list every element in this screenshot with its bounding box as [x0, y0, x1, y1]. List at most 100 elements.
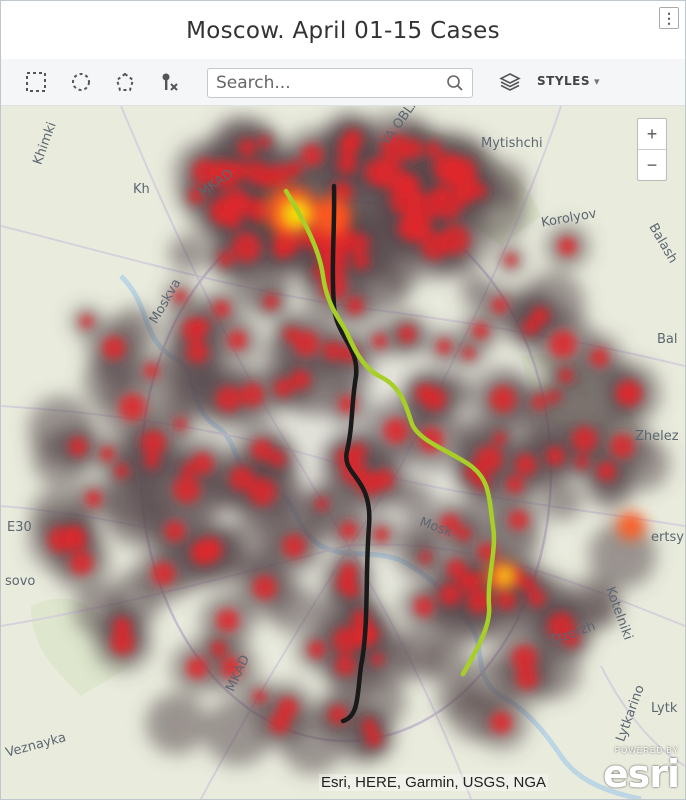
place-label: Zhelez: [635, 429, 679, 444]
heat-core: [475, 445, 503, 474]
heat-core: [229, 465, 255, 492]
heat-core: [250, 438, 274, 462]
zoom-control: + −: [637, 118, 667, 181]
heat-core: [522, 318, 539, 336]
heat-hotspot: [311, 196, 351, 236]
heat-core: [413, 596, 435, 617]
heat-core: [186, 656, 209, 679]
heat-core: [216, 608, 240, 633]
heat-halo: [436, 676, 479, 719]
heat-core: [300, 143, 324, 167]
select-circle-icon[interactable]: [68, 69, 94, 95]
heat-core: [609, 433, 635, 459]
heat-core: [438, 583, 462, 607]
heat-core: [265, 163, 291, 189]
heat-core: [508, 509, 529, 531]
heatmap-map[interactable]: + − Khimki Kh MKAD YA OBLA Mytishchi Kor…: [1, 106, 685, 799]
heat-core: [407, 191, 440, 224]
heat-core: [322, 340, 343, 361]
heat-core: [383, 417, 410, 444]
heat-core: [173, 417, 187, 431]
heat-core: [99, 446, 115, 462]
heat-core: [252, 575, 278, 600]
heat-core: [335, 573, 357, 594]
heat-core: [370, 652, 385, 666]
heat-core: [69, 550, 94, 576]
toolbar: STYLES▾: [1, 59, 685, 106]
search-input[interactable]: [208, 69, 446, 97]
heat-core: [489, 385, 517, 413]
heat-core: [240, 382, 265, 407]
heat-core: [140, 430, 167, 456]
esri-logo: POWERED BY esri: [602, 746, 680, 796]
heat-core: [496, 590, 517, 611]
heat-core: [80, 314, 94, 329]
heat-core: [515, 666, 539, 690]
title-bar: Moscow. April 01-15 Cases ⋮: [1, 1, 685, 59]
heat-core: [258, 135, 271, 149]
select-rectangle-icon[interactable]: [23, 69, 49, 95]
heat-core: [505, 475, 524, 494]
select-lasso-icon[interactable]: [112, 69, 138, 95]
heat-core: [195, 318, 210, 333]
zoom-in-button[interactable]: +: [638, 119, 666, 149]
heat-core: [472, 322, 489, 340]
place-label: Lytk: [651, 701, 678, 716]
styles-label: STYLES: [537, 74, 591, 88]
heat-core: [210, 640, 227, 657]
heat-core: [290, 369, 311, 391]
heat-core: [151, 561, 176, 586]
heat-core: [436, 339, 452, 355]
heat-core: [364, 157, 393, 187]
heat-core: [164, 520, 186, 542]
heat-core: [345, 296, 365, 315]
heat-core: [307, 640, 326, 659]
place-label: ertsy: [651, 530, 684, 545]
heat-core: [420, 231, 449, 261]
heat-core: [118, 393, 147, 422]
search-icon[interactable]: [446, 74, 464, 97]
clear-selection-icon[interactable]: [156, 69, 182, 95]
zoom-out-button[interactable]: −: [638, 150, 666, 180]
heat-core: [334, 654, 356, 676]
heat-core: [492, 431, 507, 446]
heat-halo: [168, 234, 207, 273]
heat-core: [548, 330, 577, 359]
heat-halo: [453, 416, 489, 452]
heat-core: [112, 616, 132, 637]
heat-core: [491, 297, 508, 314]
heat-core: [286, 160, 303, 177]
heat-core: [143, 362, 160, 379]
heat-core: [282, 534, 306, 559]
heat-core: [462, 346, 476, 360]
heat-core: [432, 152, 464, 184]
heat-core: [557, 236, 577, 256]
heat-core: [349, 442, 368, 461]
layers-icon[interactable]: [499, 72, 521, 97]
heat-core: [615, 385, 633, 403]
heat-core: [458, 188, 475, 205]
place-label: Mytishchi: [481, 136, 543, 151]
esri-brand-text: esri: [602, 752, 680, 796]
heat-core: [422, 386, 447, 411]
heat-core: [419, 550, 432, 564]
map-widget: Moscow. April 01-15 Cases ⋮ STYLES▾: [0, 0, 686, 800]
heat-core: [527, 589, 546, 608]
page-title: Moscow. April 01-15 Cases: [186, 18, 500, 44]
heat-core: [68, 436, 88, 457]
styles-button[interactable]: STYLES ▾: [537, 74, 600, 88]
heat-core: [396, 217, 417, 238]
heat-core: [190, 539, 216, 566]
more-vertical-icon[interactable]: ⋮: [659, 7, 679, 29]
heat-core: [273, 378, 293, 398]
heat-core: [314, 496, 329, 511]
heat-halo: [459, 273, 494, 308]
heat-core: [218, 250, 234, 267]
heat-halo: [395, 480, 433, 518]
heat-core: [364, 729, 383, 748]
heat-core: [181, 462, 195, 477]
heat-core: [589, 347, 610, 368]
heat-core: [190, 452, 214, 476]
place-label: Kh: [133, 182, 150, 197]
heat-core: [332, 626, 361, 654]
